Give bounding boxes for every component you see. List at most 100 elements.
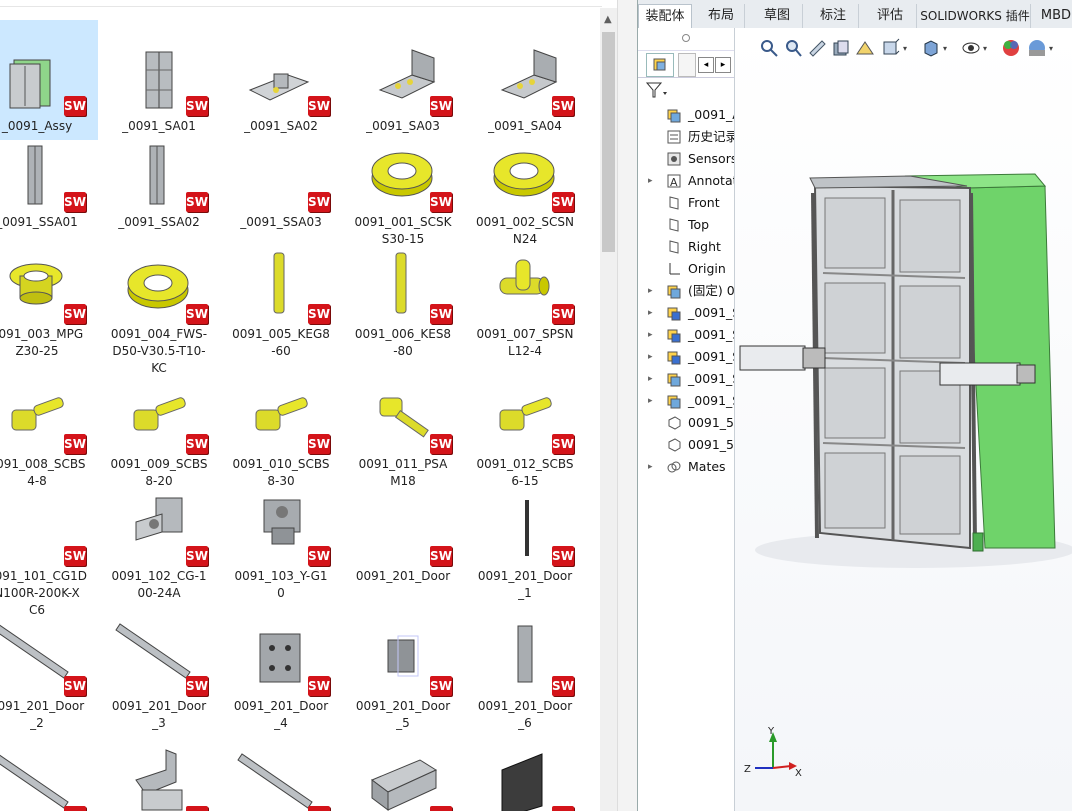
mates-icon <box>667 461 681 473</box>
file-item[interactable]: SW 0091_009_SCBS 8-20 <box>98 358 220 488</box>
file-item[interactable]: SW0091_202_Door <box>98 730 220 811</box>
tree-item[interactable]: Right <box>638 236 734 258</box>
tree-item[interactable]: _0091_Assy <box>638 104 734 126</box>
tree-item[interactable]: Sensors <box>638 148 734 170</box>
solidworks-file-icon: SW <box>552 546 574 566</box>
file-item[interactable]: SW _0091_SSA03 <box>220 116 342 236</box>
solidworks-file-icon: SW <box>64 96 86 116</box>
file-item[interactable]: SW 0091_001_SCSK S30-15 <box>342 116 464 246</box>
file-item[interactable]: SW 0091_007_SPSN L12-4 <box>464 228 586 358</box>
file-item[interactable]: SW _0091_SSA02 <box>98 116 220 236</box>
expand-arrow-icon[interactable]: ▸ <box>648 390 653 412</box>
file-item[interactable]: SW 0091_201_Door _4 <box>220 600 342 730</box>
solidworks-file-icon: SW <box>430 192 452 212</box>
file-item[interactable]: SW0091_204_Door <box>342 730 464 811</box>
solidworks-file-icon: SW <box>552 676 574 696</box>
expand-arrow-icon[interactable]: ▸ <box>648 368 653 390</box>
plane-icon <box>669 218 679 232</box>
file-item[interactable]: SW0091_008_SCBS 4-8 <box>0 358 98 488</box>
file-item[interactable]: SW0091_201_Door <box>0 730 98 811</box>
file-item[interactable]: SW0091_201_Door <box>342 470 464 590</box>
tab-mbd[interactable]: MBD <box>1036 4 1072 28</box>
featuremanager-tab[interactable] <box>646 53 674 77</box>
file-name: 0091_201_Door _5 <box>355 699 451 730</box>
base-leg <box>972 532 984 552</box>
file-item[interactable]: SW 0091_011_PSA M18 <box>342 358 464 488</box>
tree-item[interactable]: ▸ (固定) 0 <box>638 280 734 302</box>
pane-divider[interactable] <box>617 0 638 811</box>
file-item[interactable]: SW 0091_102_CG-1 00-24A <box>98 470 220 600</box>
tab-layout[interactable]: 布局 <box>698 4 745 28</box>
tree-item[interactable]: ▸ _0091_S <box>638 302 734 324</box>
tab-scroll-left-icon[interactable]: ◂ <box>698 57 714 73</box>
graphics-area[interactable]: ▾ ▾ ▾ ▾ Y Z X <box>735 28 1072 811</box>
file-item[interactable]: SW 0091_005_KEG8 -60 <box>220 228 342 358</box>
solidworks-file-icon: SW <box>186 304 208 324</box>
tree-item[interactable]: Top <box>638 214 734 236</box>
tab-scroll-right-icon[interactable]: ▸ <box>715 57 731 73</box>
solidworks-file-icon: SW <box>430 304 452 324</box>
collapse-dot-icon[interactable] <box>682 34 690 42</box>
file-item[interactable]: SW0091_205_Door <box>464 730 586 811</box>
tree-item-label: Mates <box>688 459 726 474</box>
expand-arrow-icon[interactable]: ▸ <box>648 346 653 368</box>
file-item[interactable]: SW 0091_010_SCBS 8-30 <box>220 358 342 488</box>
tree-item[interactable]: ▸ _0091_S <box>638 346 734 368</box>
tab-assembly[interactable]: 装配体 <box>638 4 692 29</box>
tree-item[interactable]: ▸ _0091_S <box>638 368 734 390</box>
coordinate-triad: Y Z X <box>744 726 802 779</box>
annotation-icon: A <box>667 174 681 189</box>
expand-arrow-icon[interactable]: ▸ <box>648 302 653 324</box>
door-pane <box>824 197 886 269</box>
panel-collapse-bar[interactable] <box>638 28 734 51</box>
filter-button[interactable] <box>644 80 670 100</box>
tree-item-label: Annotat <box>688 173 734 188</box>
file-item[interactable]: SW 0091_201_Door _2 <box>0 600 98 730</box>
tree-item[interactable]: ▸ A Annotat <box>638 170 734 192</box>
tree-item[interactable]: Origin <box>638 258 734 280</box>
file-item[interactable]: SW 0091_012_SCBS 6-15 <box>464 358 586 488</box>
tab-sketch[interactable]: 草图 <box>752 4 803 28</box>
file-item[interactable]: SW0091_203_Door <box>220 730 342 811</box>
file-item[interactable]: SW 0091_201_Door _3 <box>98 600 220 730</box>
tree-item-label: _0091_Assy <box>688 107 734 122</box>
file-item[interactable]: SW 0091_002_SCSN N24 <box>464 116 586 246</box>
file-item[interactable]: SW 0091_004_FWS- D50-V30.5-T10- KC <box>98 228 220 375</box>
tab-solidworks-addins[interactable]: SOLIDWORKS 插件 <box>920 4 1031 28</box>
file-item[interactable]: SW 0091_201_Door _1 <box>464 470 586 600</box>
explorer-scrollbar[interactable]: ▲ <box>600 8 617 811</box>
tab-markup[interactable]: 标注 <box>808 4 859 28</box>
tree-item[interactable]: 0091_5( <box>638 412 734 434</box>
tab-evaluate[interactable]: 评估 <box>864 4 917 28</box>
door-pane <box>899 285 961 359</box>
tree-item-label: 0091_5( <box>688 437 734 452</box>
tree-item[interactable]: 0091_5( <box>638 434 734 456</box>
expand-arrow-icon[interactable]: ▸ <box>648 280 653 302</box>
tree-item[interactable]: 历史记录 <box>638 126 734 148</box>
file-item[interactable]: SW 0091_103_Y-G1 0 <box>220 470 342 600</box>
tree-item[interactable]: ▸ Mates <box>638 456 734 478</box>
assembly-model[interactable]: Y Z X <box>735 28 1072 811</box>
propertymanager-tab[interactable] <box>678 53 696 77</box>
tree-item[interactable]: Front <box>638 192 734 214</box>
file-item[interactable]: SW 0091_201_Door _6 <box>464 600 586 730</box>
solidworks-file-icon: SW <box>552 96 574 116</box>
file-item[interactable]: SW 0091_003_MPG Z30-25 <box>0 228 98 358</box>
assembly-icon <box>667 373 681 387</box>
file-name: 0091_007_SPSN L12-4 <box>476 327 574 358</box>
file-item[interactable]: SW _0091_SSA01 <box>0 116 98 236</box>
expand-arrow-icon[interactable]: ▸ <box>648 456 653 478</box>
file-name: 0091_201_Door _4 <box>233 699 329 730</box>
scroll-up-arrow-icon[interactable]: ▲ <box>604 14 612 25</box>
file-thumbnail <box>0 754 69 809</box>
expand-arrow-icon[interactable]: ▸ <box>648 170 653 192</box>
tree-item[interactable]: ▸ _0091_S <box>638 324 734 346</box>
file-item[interactable]: SW 0091_201_Door _5 <box>342 600 464 730</box>
solidworks-file-icon: SW <box>430 546 452 566</box>
expand-arrow-icon[interactable]: ▸ <box>648 324 653 346</box>
file-item[interactable]: SW 0091_006_KES8 -80 <box>342 228 464 358</box>
scrollbar-thumb[interactable] <box>602 32 615 252</box>
tree-item[interactable]: ▸ _0091_S <box>638 390 734 412</box>
file-item[interactable]: SW0091_101_CG1D N100R-200K-X C6 <box>0 470 98 617</box>
left-cylinder-head <box>802 347 826 369</box>
